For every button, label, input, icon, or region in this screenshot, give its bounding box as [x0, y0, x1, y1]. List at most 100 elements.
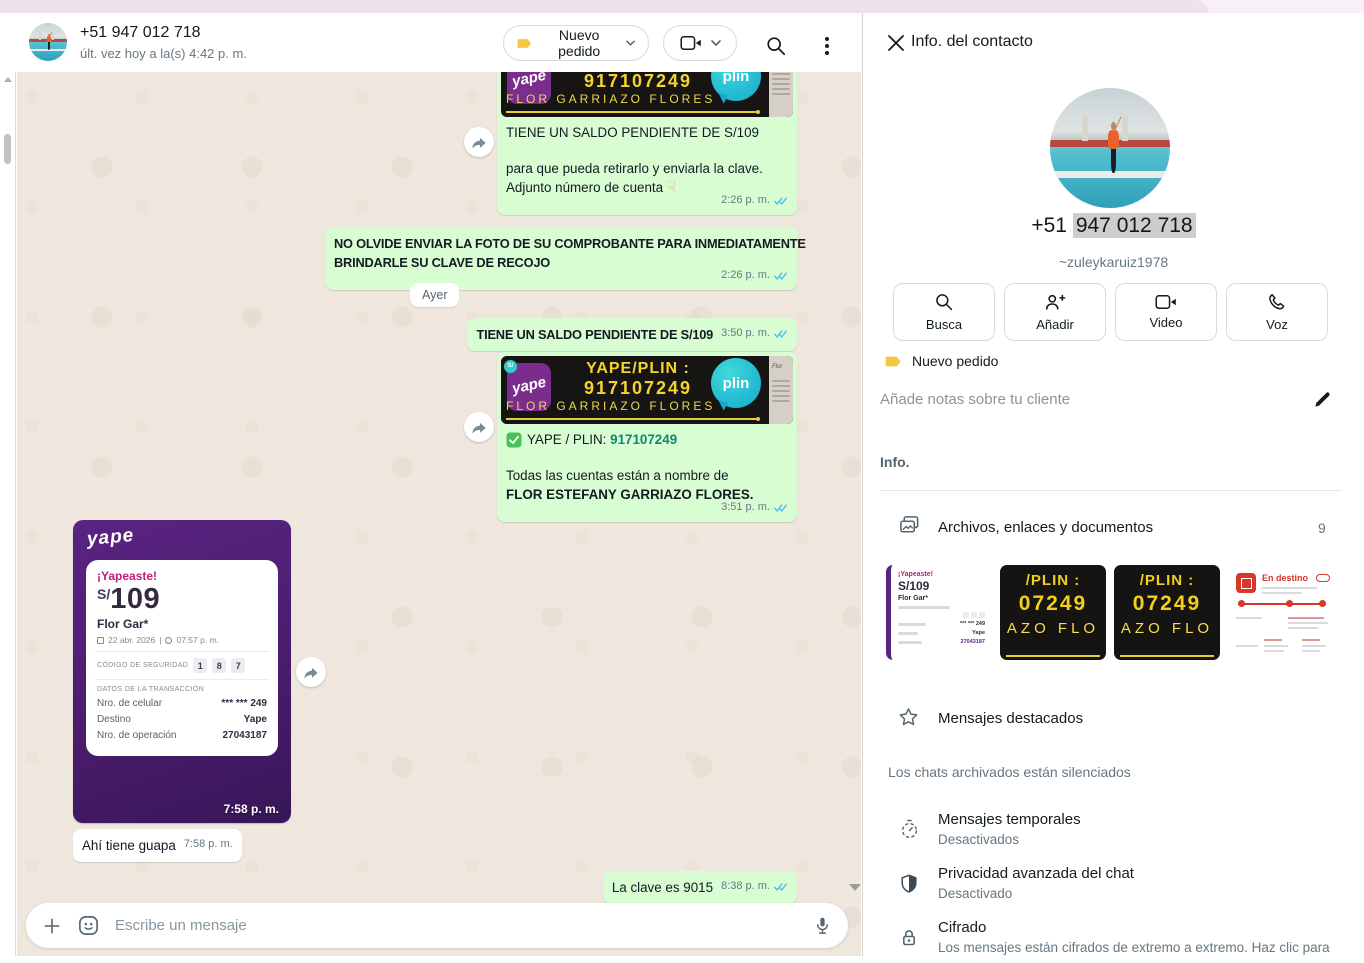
close-icon	[887, 34, 905, 52]
plin-logo: plin	[711, 358, 761, 408]
scrollbar-thumb[interactable]	[4, 134, 11, 164]
close-panel-button[interactable]	[887, 34, 905, 52]
scrollbar-down-arrow[interactable]	[849, 884, 861, 891]
read-ticks-icon	[773, 196, 788, 206]
files-label: Archivos, enlaces y documentos	[938, 519, 1153, 536]
product-list-strip: Flor	[769, 72, 793, 117]
forward-arrow-icon	[469, 132, 489, 152]
order-label-button[interactable]: Nuevo pedido	[503, 25, 649, 61]
message-input[interactable]: Escribe un mensaje	[115, 917, 798, 934]
shield-icon	[899, 873, 919, 894]
media-thumb-tracking[interactable]: En destino	[1228, 565, 1334, 660]
yape-brand-logo: yape	[86, 525, 135, 551]
person-add-icon	[1044, 292, 1066, 312]
message-bubble-outgoing: S/ yape YAPE/PLIN : 917107249 plin Flor …	[497, 352, 797, 522]
chat-body: S/ yape YAPE/PLIN : 917107249 plin Flor …	[17, 72, 861, 956]
read-ticks-icon	[773, 271, 788, 281]
starred-messages-row[interactable]: Mensajes destacados	[863, 701, 1364, 737]
media-thumb-plin[interactable]: /PLIN : 07249 AZO FLO	[1114, 565, 1220, 660]
forward-message-button[interactable]	[296, 657, 326, 687]
message-text: Todas las cuentas están a nombre de	[501, 466, 793, 485]
phone-number-link[interactable]: 917107249	[610, 430, 677, 449]
star-icon	[898, 707, 919, 728]
files-links-docs-row[interactable]: Archivos, enlaces y documentos 9	[863, 508, 1364, 548]
contact-username: ~zuleykaruiz1978	[863, 254, 1364, 270]
media-thumb-plin[interactable]: /PLIN : 07249 AZO FLO	[1000, 565, 1106, 660]
forward-message-button[interactable]	[464, 127, 494, 157]
message-time: 8:38 p. m.	[721, 877, 770, 896]
advanced-privacy-row[interactable]: Privacidad avanzada del chat Desactivado	[863, 857, 1364, 909]
receipt-transaction-label: DATOS DE LA TRANSACCIÓN	[97, 686, 267, 693]
timer-icon	[899, 819, 920, 840]
disappearing-messages-row[interactable]: Mensajes temporales Desactivados	[863, 803, 1364, 855]
chat-label-text: Nuevo pedido	[912, 353, 998, 369]
plin-logo: plin	[711, 72, 761, 101]
yape-plin-banner-image[interactable]: S/ yape YAPE/PLIN : 917107249 plin Flor …	[501, 356, 793, 424]
message-text: para que pueda retirarlo y enviarla la c…	[501, 159, 793, 178]
archived-note: Los chats archivados están silenciados	[888, 764, 1131, 780]
search-in-chat-button[interactable]: Busca	[893, 283, 995, 341]
message-text: La clave es 9015	[612, 878, 713, 897]
lock-icon	[899, 927, 919, 948]
message-bubble-outgoing: S/ yape YAPE/PLIN : 917107249 plin Flor …	[497, 72, 797, 215]
video-call-button[interactable]	[663, 25, 737, 61]
search-button[interactable]	[765, 34, 789, 58]
contact-phone: +51 947 012 718	[863, 214, 1364, 238]
media-stack-icon	[898, 515, 921, 537]
banner-name: FLOR GARRIAZO FLORES	[506, 90, 715, 109]
chat-header: +51 947 012 718 últ. vez hoy a la(s) 4:4…	[0, 13, 861, 72]
plus-icon	[42, 916, 62, 936]
yape-receipt-image[interactable]: yape ¡Yapeaste! S/109 Flor Gar* 22 abr. …	[73, 520, 291, 823]
forward-message-button[interactable]	[464, 412, 494, 442]
chat-label-row[interactable]: Nuevo pedido	[885, 353, 998, 369]
emoji-button[interactable]	[77, 914, 100, 937]
receipt-row: Nro. de celular*** *** 249	[97, 698, 267, 709]
edit-notes-button[interactable]	[1313, 389, 1333, 409]
receipt-security-code: CÓDIGO DE SEGURIDAD 1 8 7	[97, 658, 267, 673]
message-text: NO OLVIDE ENVIAR LA FOTO DE SU COMPROBAN…	[334, 234, 788, 253]
microphone-icon	[813, 915, 832, 937]
message-bubble-outgoing: NO OLVIDE ENVIAR LA FOTO DE SU COMPROBAN…	[325, 227, 797, 290]
banner-number: 917107249	[563, 72, 713, 91]
panel-title: Info. del contacto	[911, 33, 1033, 51]
message-time: 3:50 p. m.	[721, 324, 770, 343]
date-divider: Ayer	[410, 283, 459, 307]
message-bubble-incoming: Ahí tiene guapa 7:58 p. m.	[73, 829, 242, 862]
package-icon	[1236, 573, 1256, 593]
message-text: YAPE / PLIN: 917107249	[501, 430, 793, 449]
receipt-row: Nro. de operación27043187	[97, 730, 267, 741]
contact-avatar[interactable]	[1050, 88, 1170, 208]
forward-arrow-icon	[469, 417, 489, 437]
chevron-down-icon	[626, 40, 635, 46]
selected-phone-text: 947 012 718	[1073, 213, 1196, 238]
yape-plin-banner-image[interactable]: S/ yape YAPE/PLIN : 917107249 plin Flor …	[501, 72, 793, 117]
contact-actions: Busca Añadir Video Voz	[893, 283, 1328, 341]
video-call-button[interactable]: Video	[1115, 283, 1217, 341]
notes-field[interactable]: Añade notas sobre tu cliente	[880, 391, 1300, 408]
pointing-down-hand-emoji: ☟	[667, 179, 676, 196]
encryption-row[interactable]: Cifrado Los mensajes están cifrados de e…	[863, 911, 1364, 963]
voice-call-button[interactable]: Voz	[1226, 283, 1328, 341]
add-contact-button[interactable]: Añadir	[1004, 283, 1106, 341]
receipt-greeting: ¡Yapeaste!	[97, 569, 267, 583]
media-thumbnails: ¡Yapeaste! S/109 Flor Gar* *** *** 249 Y…	[886, 565, 1334, 660]
menu-button[interactable]	[817, 34, 841, 58]
window-tab-edge	[0, 0, 1208, 13]
green-check-emoji	[506, 432, 522, 448]
chat-title[interactable]: +51 947 012 718	[80, 24, 201, 42]
scrollbar-up-arrow[interactable]	[4, 77, 12, 82]
video-camera-icon	[1155, 294, 1177, 310]
clock-icon	[165, 637, 172, 644]
media-thumb-receipt[interactable]: ¡Yapeaste! S/109 Flor Gar* *** *** 249 Y…	[886, 565, 992, 660]
message-bubble-outgoing: La clave es 9015 8:38 p. m.	[603, 871, 797, 904]
message-text: TIENE UN SALDO PENDIENTE DE S/109	[476, 325, 713, 344]
contact-info-panel: Info. del contacto +51 947 012 718 ~zule…	[862, 13, 1364, 956]
receipt-amount: S/109	[97, 583, 267, 616]
chat-header-avatar[interactable]	[29, 23, 67, 61]
search-icon	[934, 292, 954, 312]
starred-label: Mensajes destacados	[938, 710, 1083, 727]
voice-record-button[interactable]	[813, 915, 832, 937]
attach-button[interactable]	[42, 916, 62, 936]
receipt-payee: Flor Gar*	[97, 617, 267, 631]
left-scrollbar[interactable]	[0, 72, 16, 956]
